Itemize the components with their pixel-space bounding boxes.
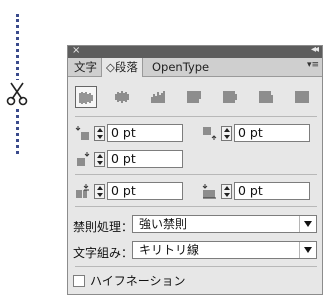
right-indent-stepper[interactable]	[221, 126, 232, 141]
separator	[75, 116, 317, 117]
right-indent-group: 0 pt	[202, 124, 312, 142]
first-line-indent-group: 0 pt	[75, 150, 185, 168]
separator	[75, 266, 317, 267]
justify-right-icon[interactable]	[255, 86, 277, 108]
right-indent-input[interactable]: 0 pt	[234, 124, 310, 142]
align-left-icon[interactable]	[75, 86, 97, 108]
chevron-down-icon	[299, 216, 316, 232]
left-indent-input[interactable]: 0 pt	[107, 124, 183, 142]
panel-tabs: 文字 ◇段落 OpenType ▾≡	[68, 58, 322, 77]
mojikumi-select[interactable]: キリトリ線	[132, 241, 317, 259]
space-before-stepper[interactable]	[94, 184, 105, 199]
left-indent-stepper[interactable]	[94, 126, 105, 141]
space-before-input[interactable]: 0 pt	[107, 182, 183, 200]
scissors-icon	[6, 80, 28, 106]
space-after-icon	[202, 183, 218, 199]
left-indent-icon	[75, 125, 91, 141]
alignment-buttons	[75, 86, 317, 108]
kinsoku-label: 禁則処理：	[73, 220, 134, 234]
space-after-stepper[interactable]	[221, 184, 232, 199]
first-line-indent-stepper[interactable]	[94, 152, 105, 167]
collapse-icon[interactable]: ◂◂	[311, 44, 319, 55]
right-indent-icon	[202, 125, 218, 141]
paragraph-panel: × ◂◂ 文字 ◇段落 OpenType ▾≡ 0 pt 0 pt 0 pt 0…	[67, 44, 323, 295]
space-before-icon	[75, 183, 91, 199]
tab-character[interactable]: 文字	[70, 58, 101, 76]
space-before-group: 0 pt	[75, 182, 185, 200]
space-after-input[interactable]: 0 pt	[234, 182, 310, 200]
hyphenation-checkbox[interactable]	[73, 275, 85, 287]
tab-opentype[interactable]: OpenType	[148, 58, 213, 76]
kinsoku-value: 強い禁則	[139, 217, 188, 231]
close-icon[interactable]: ×	[72, 45, 80, 56]
tab-paragraph[interactable]: ◇段落	[101, 58, 143, 77]
panel-titlebar: × ◂◂	[68, 44, 322, 58]
mojikumi-label: 文字組み：	[73, 246, 134, 260]
justify-center-icon[interactable]	[219, 86, 241, 108]
panel-menu-icon[interactable]: ▾≡	[307, 60, 319, 70]
kinsoku-select[interactable]: 強い禁則	[132, 215, 317, 233]
justify-left-icon[interactable]	[183, 86, 205, 108]
align-right-icon[interactable]	[147, 86, 169, 108]
mojikumi-value: キリトリ線	[139, 243, 200, 257]
justify-all-icon[interactable]	[291, 86, 313, 108]
chevron-down-icon	[299, 242, 316, 258]
hyphenation-label: ハイフネーション	[90, 274, 186, 288]
separator	[75, 206, 317, 207]
first-line-indent-input[interactable]: 0 pt	[107, 150, 183, 168]
left-indent-group: 0 pt	[75, 124, 185, 142]
separator	[75, 174, 317, 175]
align-center-icon[interactable]	[111, 86, 133, 108]
first-line-indent-icon	[75, 151, 91, 167]
space-after-group: 0 pt	[202, 182, 312, 200]
